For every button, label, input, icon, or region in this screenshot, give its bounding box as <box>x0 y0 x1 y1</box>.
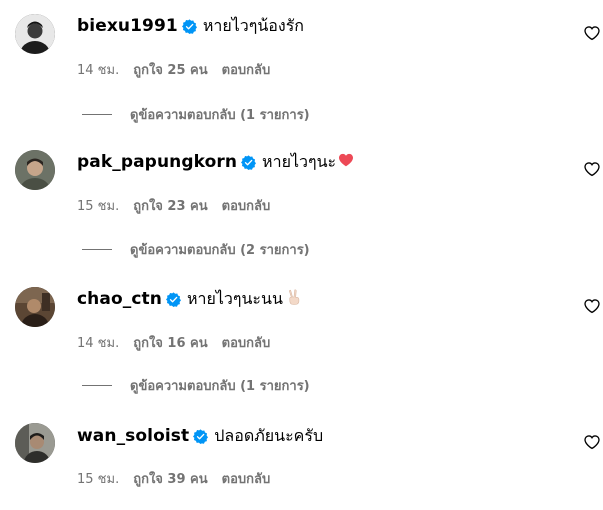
heart-outline-icon[interactable] <box>584 298 600 314</box>
divider-line <box>82 113 112 115</box>
reply-button[interactable]: ตอบกลับ <box>222 59 271 80</box>
username[interactable]: biexu1991 <box>77 16 178 36</box>
view-replies-button[interactable]: ดูข้อความตอบกลับ (1 รายการ) <box>82 105 310 123</box>
divider-line <box>82 248 112 250</box>
comment-time[interactable]: 14 ชม. <box>77 332 119 353</box>
avatar[interactable] <box>15 150 55 190</box>
comment-text: หายไวๆนะนน <box>186 288 283 308</box>
like-count[interactable]: ถูกใจ 23 คน <box>133 195 207 216</box>
avatar[interactable] <box>15 287 55 327</box>
heart-outline-icon[interactable] <box>584 25 600 41</box>
divider-line <box>82 384 112 386</box>
username[interactable]: wan_soloist <box>77 426 189 446</box>
heart-outline-icon[interactable] <box>584 434 600 450</box>
verified-badge-icon <box>193 428 209 444</box>
like-count[interactable]: ถูกใจ 39 คน <box>133 468 207 489</box>
like-count[interactable]: ถูกใจ 16 คน <box>133 332 207 353</box>
like-count[interactable]: ถูกใจ 25 คน <box>133 59 207 80</box>
avatar[interactable] <box>15 423 55 463</box>
verified-badge-icon <box>241 154 257 170</box>
comment-text: หายไวๆน้องรัก <box>202 15 304 35</box>
comment-time[interactable]: 15 ชม. <box>77 195 119 216</box>
verified-badge-icon <box>181 18 197 34</box>
reply-button[interactable]: ตอบกลับ <box>222 468 271 489</box>
view-replies-label: ดูข้อความตอบกลับ (1 รายการ) <box>130 107 310 123</box>
comment-text: หายไวๆนะ <box>262 151 337 171</box>
reply-button[interactable]: ตอบกลับ <box>222 332 271 353</box>
verified-badge-icon <box>165 291 181 307</box>
victory-hand-emoji-icon <box>285 288 303 310</box>
avatar[interactable] <box>15 14 55 54</box>
view-replies-label: ดูข้อความตอบกลับ (1 รายการ) <box>130 378 310 394</box>
heart-outline-icon[interactable] <box>584 161 600 177</box>
reply-button[interactable]: ตอบกลับ <box>222 195 271 216</box>
comment-time[interactable]: 14 ชม. <box>77 59 119 80</box>
username[interactable]: pak_papungkorn <box>77 152 237 172</box>
view-replies-button[interactable]: ดูข้อความตอบกลับ (1 รายการ) <box>82 376 310 394</box>
red-heart-emoji-icon <box>338 152 354 172</box>
username[interactable]: chao_ctn <box>77 289 162 309</box>
view-replies-button[interactable]: ดูข้อความตอบกลับ (2 รายการ) <box>82 240 310 258</box>
comment-text: ปลอดภัยนะครับ <box>214 425 324 445</box>
comment-time[interactable]: 15 ชม. <box>77 468 119 489</box>
view-replies-label: ดูข้อความตอบกลับ (2 รายการ) <box>130 242 310 258</box>
